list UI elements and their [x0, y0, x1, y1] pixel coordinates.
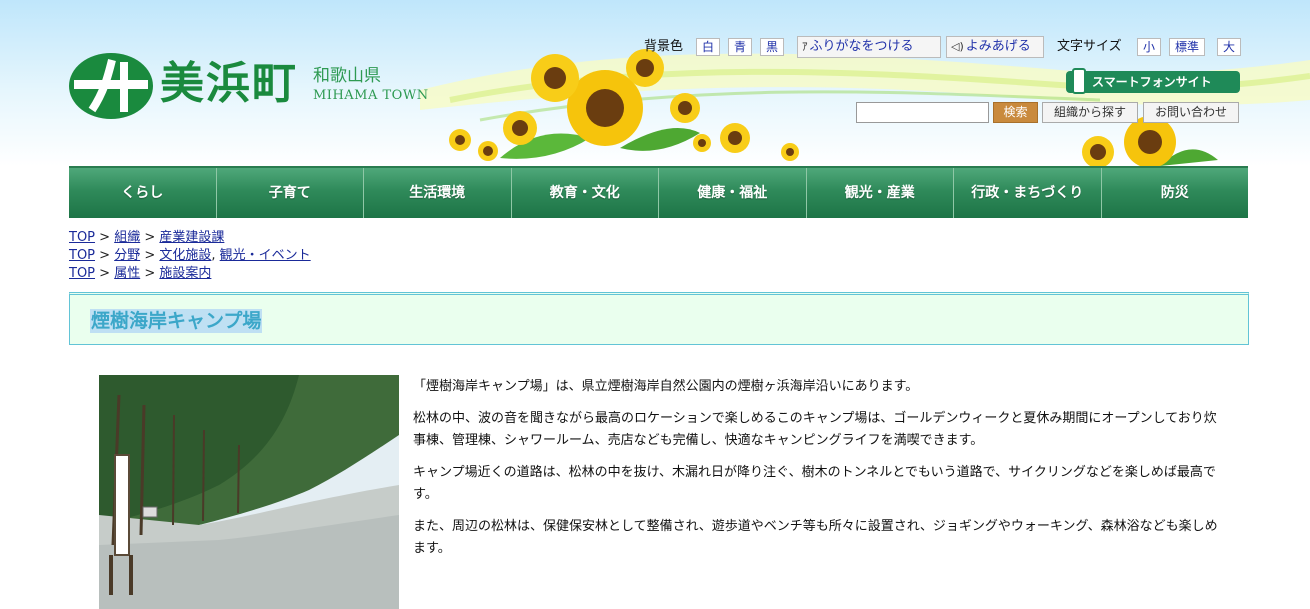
text-size-large-button[interactable]: 大 — [1217, 38, 1242, 56]
breadcrumb-link[interactable]: 産業建設課 — [159, 230, 224, 245]
speaker-icon: ◁) — [951, 40, 964, 53]
breadcrumb-link[interactable]: 施設案内 — [159, 266, 211, 281]
search-button[interactable]: 検索 — [993, 102, 1038, 123]
nav-item-seikatsu[interactable]: 生活環境 — [364, 168, 512, 218]
smartphone-site-link[interactable]: スマートフォンサイト — [1066, 68, 1240, 94]
text-size-label: 文字サイズ — [1057, 39, 1122, 54]
furigana-icon: ｱ — [802, 40, 808, 53]
text-size-standard-button[interactable]: 標準 — [1169, 38, 1206, 56]
furigana-label: ふりがなをつける — [809, 39, 914, 54]
content-paragraph: キャンプ場近くの道路は、松林の中を抜け、木漏れ日が降り注ぐ、樹木のトンネルとでも… — [413, 465, 1216, 502]
breadcrumb: TOP > 組織 > 産業建設課 TOP > 分野 > 文化施設, 観光・イベン… — [69, 229, 311, 283]
nav-item-kanko[interactable]: 観光・産業 — [807, 168, 954, 218]
bg-white-button[interactable]: 白 — [696, 38, 721, 56]
breadcrumb-top-link[interactable]: TOP — [69, 266, 95, 281]
search-input[interactable] — [856, 102, 989, 123]
logo-mark-icon — [69, 53, 153, 119]
breadcrumb-top-link[interactable]: TOP — [69, 248, 95, 263]
read-aloud-button[interactable]: ◁) よみあげる — [946, 36, 1044, 58]
accessibility-toolbar: 背景色 白 青 黒 ｱふりがなをつける ◁) よみあげる 文字サイズ 小 標準 大 — [0, 36, 1310, 60]
page-content: 「煙樹海岸キャンプ場」は、県立煙樹海岸自然公園内の煙樹ヶ浜海岸沿いにあります。 … — [413, 376, 1223, 570]
breadcrumb-link[interactable]: 組織 — [114, 230, 140, 245]
pine-forest-image — [99, 375, 399, 609]
nav-item-kyoiku[interactable]: 教育・文化 — [512, 168, 659, 218]
logo-roman-name: MIHAMA TOWN — [313, 88, 429, 103]
furigana-button[interactable]: ｱふりがなをつける — [797, 36, 941, 58]
site-logo[interactable]: 美浜町 和歌山県 MIHAMA TOWN — [68, 50, 448, 130]
logo-prefecture: 和歌山県 — [313, 66, 381, 86]
breadcrumb-link[interactable]: 観光・イベント — [220, 248, 311, 263]
bg-black-button[interactable]: 黒 — [760, 38, 785, 56]
content-paragraph: また、周辺の松林は、保健保安林として整備され、遊歩道やベンチ等も所々に設置され、… — [413, 519, 1218, 556]
global-nav: くらし 子育て 生活環境 教育・文化 健康・福祉 観光・産業 行政・まちづくり … — [69, 166, 1248, 218]
text-size-small-button[interactable]: 小 — [1137, 38, 1162, 56]
page-title: 煙樹海岸キャンプ場 — [90, 309, 263, 333]
nav-item-kosodate[interactable]: 子育て — [217, 168, 364, 218]
org-search-button[interactable]: 組織から探す — [1042, 102, 1138, 123]
breadcrumb-row: TOP > 組織 > 産業建設課 — [69, 230, 225, 245]
nav-item-kenko[interactable]: 健康・福祉 — [659, 168, 807, 218]
breadcrumb-link[interactable]: 文化施設 — [159, 248, 211, 263]
content-paragraph: 「煙樹海岸キャンプ場」は、県立煙樹海岸自然公園内の煙樹ヶ浜海岸沿いにあります。 — [413, 379, 919, 394]
smartphone-site-label: スマートフォンサイト — [1092, 75, 1212, 89]
bg-blue-button[interactable]: 青 — [728, 38, 753, 56]
breadcrumb-link[interactable]: 分野 — [114, 248, 140, 263]
contact-button[interactable]: お問い合わせ — [1143, 102, 1239, 123]
read-aloud-label: よみあげる — [965, 39, 1031, 54]
breadcrumb-row: TOP > 分野 > 文化施設, 観光・イベント — [69, 248, 311, 263]
breadcrumb-top-link[interactable]: TOP — [69, 230, 95, 245]
nav-item-gyosei[interactable]: 行政・まちづくり — [954, 168, 1102, 218]
content-paragraph: 松林の中、波の音を聞きながら最高のロケーションで楽しめるこのキャンプ場は、ゴール… — [413, 411, 1217, 448]
nav-item-bosai[interactable]: 防災 — [1102, 168, 1249, 218]
logo-town-name: 美浜町 — [160, 58, 298, 109]
nav-item-kurashi[interactable]: くらし — [69, 168, 217, 218]
page-title-box: 煙樹海岸キャンプ場 — [69, 292, 1249, 345]
breadcrumb-link[interactable]: 属性 — [114, 266, 140, 281]
smartphone-icon — [1072, 68, 1086, 94]
bg-color-label: 背景色 — [644, 39, 684, 54]
breadcrumb-row: TOP > 属性 > 施設案内 — [69, 266, 212, 281]
site-header: 美浜町 和歌山県 MIHAMA TOWN 背景色 白 青 黒 ｱ ふりがなをつけ… — [0, 0, 1310, 166]
campsite-photo — [99, 375, 399, 609]
